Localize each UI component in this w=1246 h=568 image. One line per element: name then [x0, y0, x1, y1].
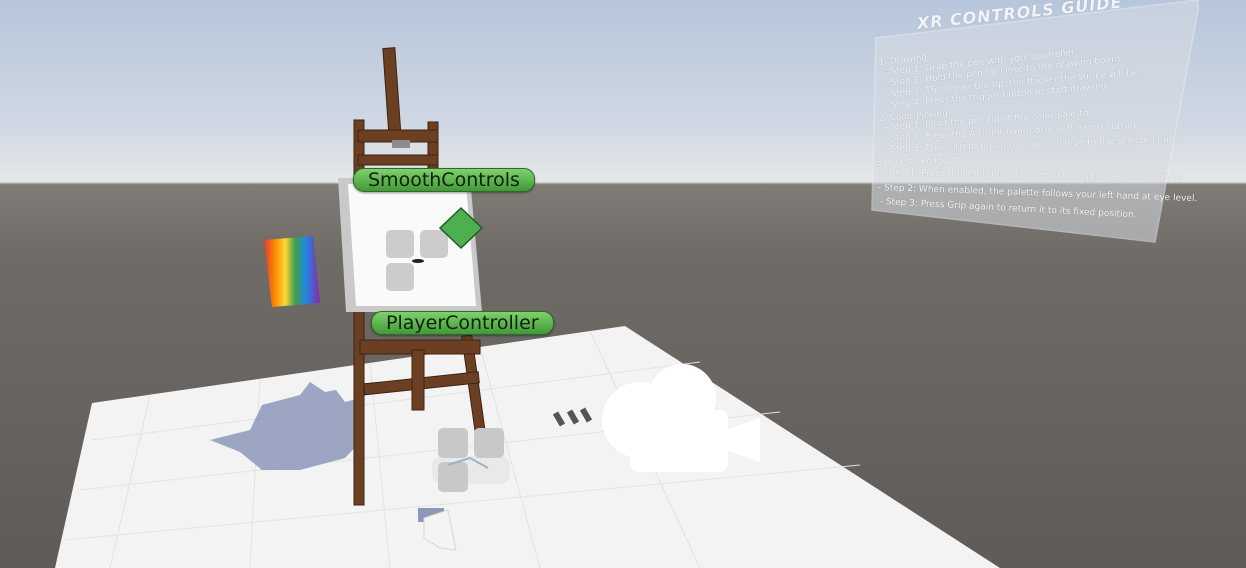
scene-viewport[interactable]: XR CONTROLS GUIDE 1. Drawing - Step 1: G…: [0, 0, 1246, 568]
guide-panel: [871, 0, 1199, 243]
smooth-controls-label[interactable]: SmoothControls: [353, 168, 535, 192]
player-controller-label[interactable]: PlayerController: [371, 311, 554, 335]
